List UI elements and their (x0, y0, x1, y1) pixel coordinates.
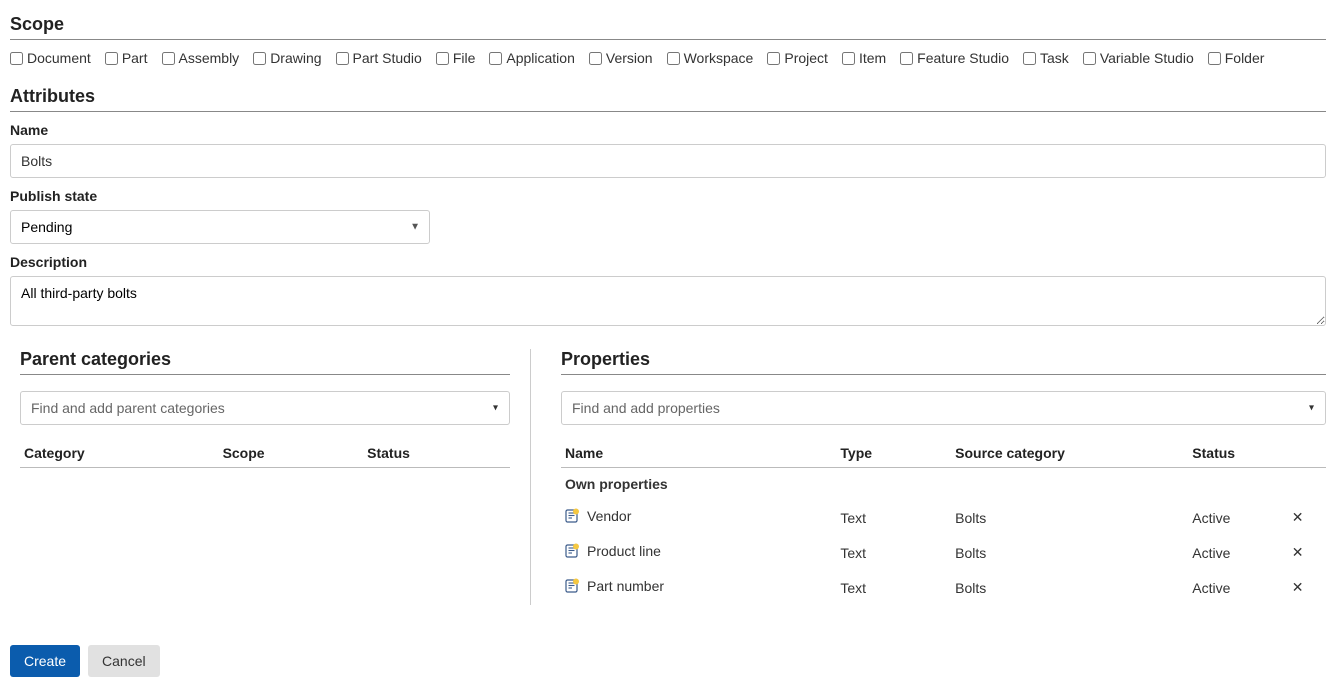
parent-categories-table: Category Scope Status (20, 439, 510, 468)
properties-table: Name Type Source category Status Own pro… (561, 439, 1326, 605)
scope-item[interactable]: Application (489, 50, 575, 66)
scope-item[interactable]: Document (10, 50, 91, 66)
property-icon (565, 578, 581, 597)
scope-checkbox[interactable] (489, 52, 502, 65)
scope-label: Workspace (684, 50, 754, 66)
property-status: Active (1188, 500, 1287, 535)
description-textarea[interactable] (10, 276, 1326, 326)
col-name: Name (561, 439, 836, 468)
properties-title: Properties (561, 349, 1326, 370)
own-properties-subhead: Own properties (561, 468, 1326, 501)
scope-label: Version (606, 50, 653, 66)
scope-checkbox[interactable] (253, 52, 266, 65)
scope-divider (10, 39, 1326, 40)
scope-label: Task (1040, 50, 1069, 66)
property-status: Active (1188, 535, 1287, 570)
publish-state-label: Publish state (10, 188, 1326, 204)
scope-checkbox[interactable] (900, 52, 913, 65)
col-scope: Scope (219, 439, 364, 468)
scope-item[interactable]: Variable Studio (1083, 50, 1194, 66)
description-label: Description (10, 254, 1326, 270)
scope-checkbox-row: Document Part Assembly Drawing Part Studio Fi… (10, 50, 1326, 66)
property-row: Product line TextBoltsActive✕ (561, 535, 1326, 570)
properties-divider (561, 374, 1326, 375)
scope-item[interactable]: Task (1023, 50, 1069, 66)
property-type: Text (836, 570, 951, 605)
parent-categories-combo[interactable]: Find and add parent categories (20, 391, 510, 425)
scope-label: Item (859, 50, 886, 66)
remove-property-icon[interactable]: ✕ (1288, 500, 1326, 535)
scope-item[interactable]: Feature Studio (900, 50, 1009, 66)
remove-property-icon[interactable]: ✕ (1288, 535, 1326, 570)
name-label: Name (10, 122, 1326, 138)
scope-item[interactable]: Item (842, 50, 886, 66)
scope-label: Document (27, 50, 91, 66)
scope-label: Part Studio (353, 50, 422, 66)
parent-categories-title: Parent categories (20, 349, 510, 370)
property-status: Active (1188, 570, 1287, 605)
col-type: Type (836, 439, 951, 468)
publish-state-select[interactable]: Pending (10, 210, 430, 244)
scope-item[interactable]: Project (767, 50, 828, 66)
attributes-divider (10, 111, 1326, 112)
scope-checkbox[interactable] (436, 52, 449, 65)
scope-item[interactable]: Part Studio (336, 50, 422, 66)
scope-checkbox[interactable] (105, 52, 118, 65)
scope-title: Scope (10, 14, 1326, 35)
property-icon (565, 508, 581, 527)
scope-checkbox[interactable] (336, 52, 349, 65)
scope-label: Application (506, 50, 575, 66)
scope-checkbox[interactable] (667, 52, 680, 65)
scope-item[interactable]: Part (105, 50, 148, 66)
property-name-cell: Product line (561, 535, 836, 570)
property-source: Bolts (951, 570, 1188, 605)
scope-label: Variable Studio (1100, 50, 1194, 66)
create-button[interactable]: Create (10, 645, 80, 677)
scope-item[interactable]: Workspace (667, 50, 754, 66)
property-name: Vendor (587, 508, 631, 524)
scope-checkbox[interactable] (767, 52, 780, 65)
scope-label: Part (122, 50, 148, 66)
property-name: Part number (587, 578, 664, 594)
scope-label: Folder (1225, 50, 1265, 66)
property-name: Product line (587, 543, 661, 559)
scope-item[interactable]: Version (589, 50, 653, 66)
scope-item[interactable]: Drawing (253, 50, 321, 66)
scope-checkbox[interactable] (162, 52, 175, 65)
col-source-category: Source category (951, 439, 1188, 468)
scope-label: Feature Studio (917, 50, 1009, 66)
property-source: Bolts (951, 500, 1188, 535)
scope-checkbox[interactable] (10, 52, 23, 65)
col-category: Category (20, 439, 219, 468)
scope-checkbox[interactable] (1023, 52, 1036, 65)
scope-checkbox[interactable] (589, 52, 602, 65)
parent-categories-divider (20, 374, 510, 375)
scope-checkbox[interactable] (842, 52, 855, 65)
scope-item[interactable]: File (436, 50, 476, 66)
properties-combo[interactable]: Find and add properties (561, 391, 1326, 425)
property-icon (565, 543, 581, 562)
property-source: Bolts (951, 535, 1188, 570)
col-status: Status (363, 439, 510, 468)
property-type: Text (836, 500, 951, 535)
property-name-cell: Vendor (561, 500, 836, 535)
scope-label: Drawing (270, 50, 321, 66)
property-row: Vendor TextBoltsActive✕ (561, 500, 1326, 535)
property-type: Text (836, 535, 951, 570)
name-input[interactable] (10, 144, 1326, 178)
cancel-button[interactable]: Cancel (88, 645, 160, 677)
scope-item[interactable]: Assembly (162, 50, 240, 66)
scope-label: File (453, 50, 476, 66)
scope-label: Project (784, 50, 828, 66)
scope-checkbox[interactable] (1083, 52, 1096, 65)
property-row: Part number TextBoltsActive✕ (561, 570, 1326, 605)
scope-item[interactable]: Folder (1208, 50, 1265, 66)
col-status: Status (1188, 439, 1287, 468)
scope-checkbox[interactable] (1208, 52, 1221, 65)
remove-property-icon[interactable]: ✕ (1288, 570, 1326, 605)
property-name-cell: Part number (561, 570, 836, 605)
scope-label: Assembly (179, 50, 240, 66)
attributes-title: Attributes (10, 86, 1326, 107)
